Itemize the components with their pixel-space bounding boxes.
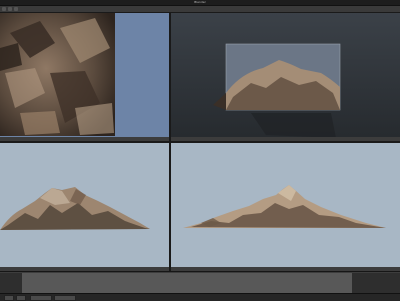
record-icon[interactable]	[16, 295, 26, 301]
frame-end-field[interactable]	[54, 295, 76, 301]
file-menu-icon[interactable]	[2, 7, 6, 11]
rock-texture-image	[0, 13, 115, 136]
frame-start-field[interactable]	[30, 295, 52, 301]
viewport-side[interactable]	[0, 143, 169, 271]
mountain-front-view	[183, 185, 386, 228]
play-icon[interactable]	[4, 295, 14, 301]
render-menu-icon[interactable]	[14, 7, 18, 11]
menu-buttons[interactable]	[2, 7, 32, 11]
mountain-side-view	[0, 187, 150, 230]
camera-scene	[171, 13, 400, 141]
timeline-left-panel	[0, 273, 22, 293]
viewport-camera[interactable]	[171, 13, 400, 141]
timeline-panel[interactable]	[0, 271, 400, 294]
window-title: Blender	[194, 0, 206, 4]
editor-type-icon[interactable]	[8, 7, 12, 11]
viewport-front[interactable]	[171, 143, 400, 271]
viewport-texture[interactable]	[0, 13, 169, 141]
info-header	[0, 6, 400, 13]
timeline-track[interactable]	[22, 273, 352, 293]
timeline-right-panel	[352, 273, 400, 293]
